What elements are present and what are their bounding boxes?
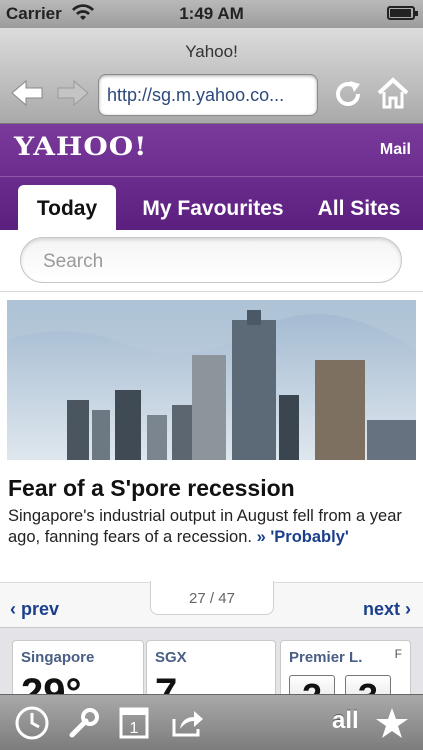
history-clock-icon[interactable]: [14, 705, 50, 741]
yahoo-header: YAHOO! Mail Today My Favourites All Site…: [0, 124, 423, 231]
page-title: Yahoo!: [185, 42, 238, 61]
mail-link[interactable]: Mail: [380, 141, 411, 159]
tab-all-sites[interactable]: All Sites: [306, 185, 412, 231]
back-arrow-icon[interactable]: [10, 78, 44, 108]
tabs-count: 1: [130, 720, 139, 737]
page-counter: 27 / 47: [150, 581, 274, 615]
yahoo-tabs: Today My Favourites All Sites: [0, 176, 423, 231]
sports-flag: F: [394, 647, 402, 661]
reload-icon[interactable]: [332, 78, 364, 110]
search-input[interactable]: Search: [20, 237, 402, 283]
home-icon[interactable]: [376, 76, 410, 110]
weather-location: Singapore: [21, 649, 95, 666]
story-pager: ‹ prev 27 / 47 next ›: [0, 581, 423, 628]
widget-strip: Singapore 29° SGX 7 Premier L. F 2 3: [0, 628, 423, 700]
prev-label: prev: [21, 599, 60, 619]
story-summary: Singapore's industrial output in August …: [8, 506, 416, 548]
story-image[interactable]: [7, 300, 416, 460]
all-button[interactable]: all: [332, 707, 359, 735]
more-arrow-icon: »: [256, 528, 266, 546]
more-link-label: 'Probably': [270, 528, 349, 546]
sports-widget[interactable]: Premier L. F 2 3: [280, 640, 411, 700]
wrench-icon[interactable]: [66, 705, 102, 741]
tab-today[interactable]: Today: [18, 185, 116, 231]
weather-widget[interactable]: Singapore 29°: [12, 640, 144, 700]
bottom-toolbar: 1 all: [0, 694, 423, 750]
tabs-icon[interactable]: 1: [116, 705, 152, 741]
url-field[interactable]: http://sg.m.yahoo.co...: [98, 74, 318, 116]
clock-time: 1:49 AM: [179, 4, 244, 23]
total-pages: 47: [218, 590, 235, 607]
stock-name: SGX: [155, 649, 187, 666]
browser-toolbar: Yahoo! http://sg.m.yahoo.co...: [0, 28, 423, 124]
search-bar: Search: [0, 230, 423, 292]
battery-icon: [387, 6, 418, 20]
yahoo-logo[interactable]: YAHOO!: [14, 132, 147, 162]
story-more-link[interactable]: » 'Probably': [257, 528, 349, 546]
bookmark-star-icon[interactable]: [374, 705, 410, 741]
current-page: 27: [189, 590, 206, 607]
next-button[interactable]: next ›: [363, 599, 411, 620]
tab-my-favourites[interactable]: My Favourites: [130, 185, 296, 231]
stock-widget[interactable]: SGX 7: [146, 640, 276, 700]
share-icon[interactable]: [170, 705, 206, 741]
next-label: next: [362, 599, 400, 619]
prev-button[interactable]: ‹ prev: [10, 599, 59, 620]
forward-arrow-icon[interactable]: [56, 78, 90, 108]
story-headline[interactable]: Fear of a S'pore recession: [8, 475, 295, 502]
status-bar: Carrier 1:49 AM: [0, 0, 423, 28]
sports-league: Premier L.: [289, 649, 363, 666]
